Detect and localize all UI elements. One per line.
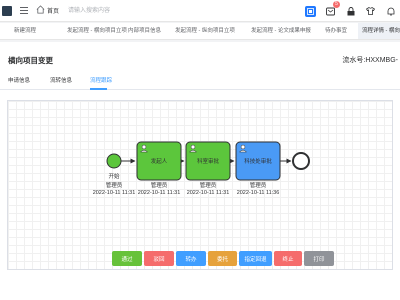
top-navbar: 首页 5 [0,0,400,22]
transfer-button[interactable]: 转办 [176,251,206,266]
tab-vertical-project-setup[interactable]: 发起流程 - 纵向项目立项 [175,23,235,39]
tab-internal-project-info[interactable]: 内部项目信息 [128,23,161,39]
tab-process-detail[interactable]: 流程详情 - 横向项目变 [358,23,400,39]
task-label: 科室审批 [197,157,220,165]
notification-badge: 5 [333,0,340,8]
action-button-bar: 通过 驳回 转办 委托 指定回退 终止 打印 [0,251,400,271]
approve-button[interactable]: 通过 [112,251,142,266]
task-time: 2022-10-11 11:31 [187,190,230,196]
start-event-label: 开始 [108,172,120,180]
home-icon[interactable] [36,5,45,14]
tab-strip: 新建流程 发起流程 - 横向项目立项 内部项目信息 发起流程 - 纵向项目立项 … [0,23,400,40]
tab-horizontal-project-setup[interactable]: 发起流程 - 横向项目立项 [67,23,127,39]
task-time: 2022-10-11 11:31 [138,190,181,196]
subtab-flow-info[interactable]: 流转信息 [50,76,72,84]
task-assignee: 管理员 [250,181,267,189]
terminate-button[interactable]: 终止 [274,251,302,266]
shirt-icon[interactable] [365,6,376,17]
lock-icon[interactable] [345,6,356,17]
main-panel: 横向项目变更 流水号:HXXMBG- 申请信息 流转信息 流程跟踪 开始 管理员… [0,42,400,300]
task-node-department-approval[interactable]: 科室审批 [185,141,231,181]
end-event[interactable] [292,152,310,170]
delegate-button[interactable]: 委托 [208,251,237,266]
task-assignee: 管理员 [151,181,168,189]
tab-new-process[interactable]: 新建流程 [14,23,36,39]
subtab-application-info[interactable]: 申请信息 [8,76,30,84]
task-assignee: 管理员 [200,181,217,189]
print-button[interactable]: 打印 [304,251,334,266]
menu-toggle-icon[interactable] [20,6,28,14]
specified-rollback-button[interactable]: 指定回退 [239,251,272,266]
start-event[interactable] [106,153,122,169]
home-link[interactable]: 首页 [47,6,59,15]
start-event-assignee: 管理员 [106,181,123,189]
task-node-tech-office-approval[interactable]: 科技处审批 [235,141,281,181]
message-icon[interactable]: 5 [325,0,340,17]
screen-icon[interactable] [305,5,316,17]
subtab-process-tracking[interactable]: 流程跟踪 [90,76,112,84]
start-event-time: 2022-10-11 11:31 [93,190,136,196]
task-node-initiator[interactable]: 发起人 [136,141,182,181]
task-time: 2022-10-11 11:36 [237,190,280,196]
active-subtab-indicator [90,88,107,90]
task-label: 发起人 [151,157,168,165]
tab-paper-achievement[interactable]: 发起流程 - 论文成果申报 [251,23,311,39]
serial-number: 流水号:HXXMBG- [342,57,398,64]
task-label: 科技处审批 [244,157,272,165]
logo [2,6,12,16]
reject-button[interactable]: 驳回 [144,251,174,266]
page-title: 横向项目变更 [8,56,53,65]
process-diagram: 开始 管理员 2022-10-11 11:31 发起人 管理员 2022-10-… [93,141,310,196]
process-diagram-canvas: 开始 管理员 2022-10-11 11:31 发起人 管理员 2022-10-… [7,100,393,270]
search-input[interactable] [60,4,180,17]
subtab-bar: 申请信息 流转信息 流程跟踪 [0,72,400,90]
tab-todo[interactable]: 待办事宜 [325,23,347,39]
notification-bell-icon[interactable] [385,6,396,17]
